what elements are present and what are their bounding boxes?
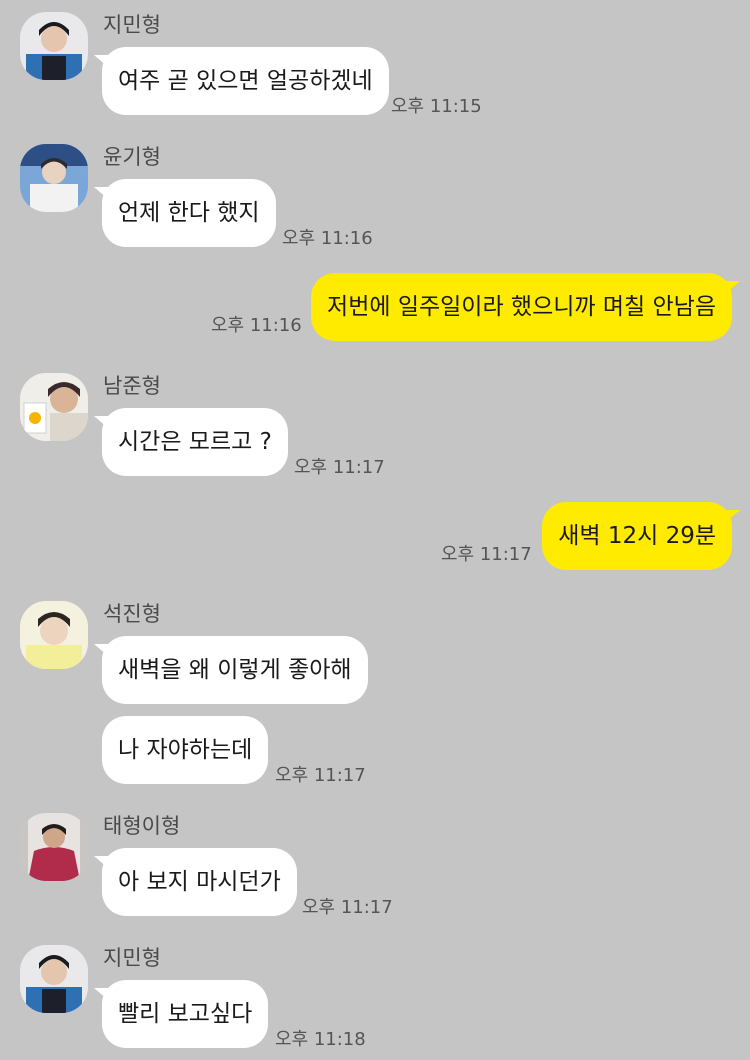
message-timestamp: 오후 11:16 (211, 315, 302, 336)
sender-name: 지민형 (103, 946, 161, 970)
jimin-avatar[interactable] (20, 12, 88, 80)
message-bubble[interactable]: 빨리 보고싶다 (93, 980, 269, 1048)
message-timestamp: 오후 11:18 (275, 1029, 366, 1050)
message-bubble[interactable]: 아 보지 마시던가 (94, 848, 297, 916)
message-timestamp: 오후 11:15 (391, 96, 482, 117)
yoongi-avatar[interactable] (20, 144, 88, 212)
message-timestamp: 오후 11:17 (275, 765, 366, 786)
message-bubble[interactable]: 새벽을 왜 이렇게 좋아해 (94, 636, 368, 704)
message-bubble[interactable]: 새벽 12시 29분 (542, 502, 740, 570)
sender-name: 석진형 (103, 602, 161, 626)
message-timestamp: 오후 11:17 (302, 897, 393, 918)
chat-room[interactable]: 지민형 여주 곧 있으면 얼공하겠네 오후 11:15 윤기형 언제 한다 했지… (0, 0, 750, 1060)
message-timestamp: 오후 11:17 (441, 544, 532, 565)
sender-name: 남준형 (103, 374, 161, 398)
message-bubble[interactable]: 언제 한다 했지 (94, 179, 276, 247)
message-bubble[interactable]: 저번에 일주일이라 했으니까 며칠 안남음 (311, 273, 740, 341)
message-timestamp: 오후 11:16 (282, 228, 373, 249)
namjoon-avatar[interactable] (20, 373, 88, 441)
message-bubble[interactable]: 시간은 모르고 ? (94, 408, 288, 476)
sender-name: 태형이형 (103, 814, 181, 838)
sender-name: 윤기형 (103, 145, 161, 169)
sender-name: 지민형 (103, 13, 161, 37)
seokjin-avatar[interactable] (20, 601, 88, 669)
message-timestamp: 오후 11:17 (294, 457, 385, 478)
taehyung-avatar[interactable] (20, 813, 88, 881)
message-bubble[interactable]: 나 자야하는데 (102, 716, 269, 784)
jimin-avatar[interactable] (20, 945, 88, 1013)
message-bubble[interactable]: 여주 곧 있으면 얼공하겠네 (94, 47, 389, 115)
